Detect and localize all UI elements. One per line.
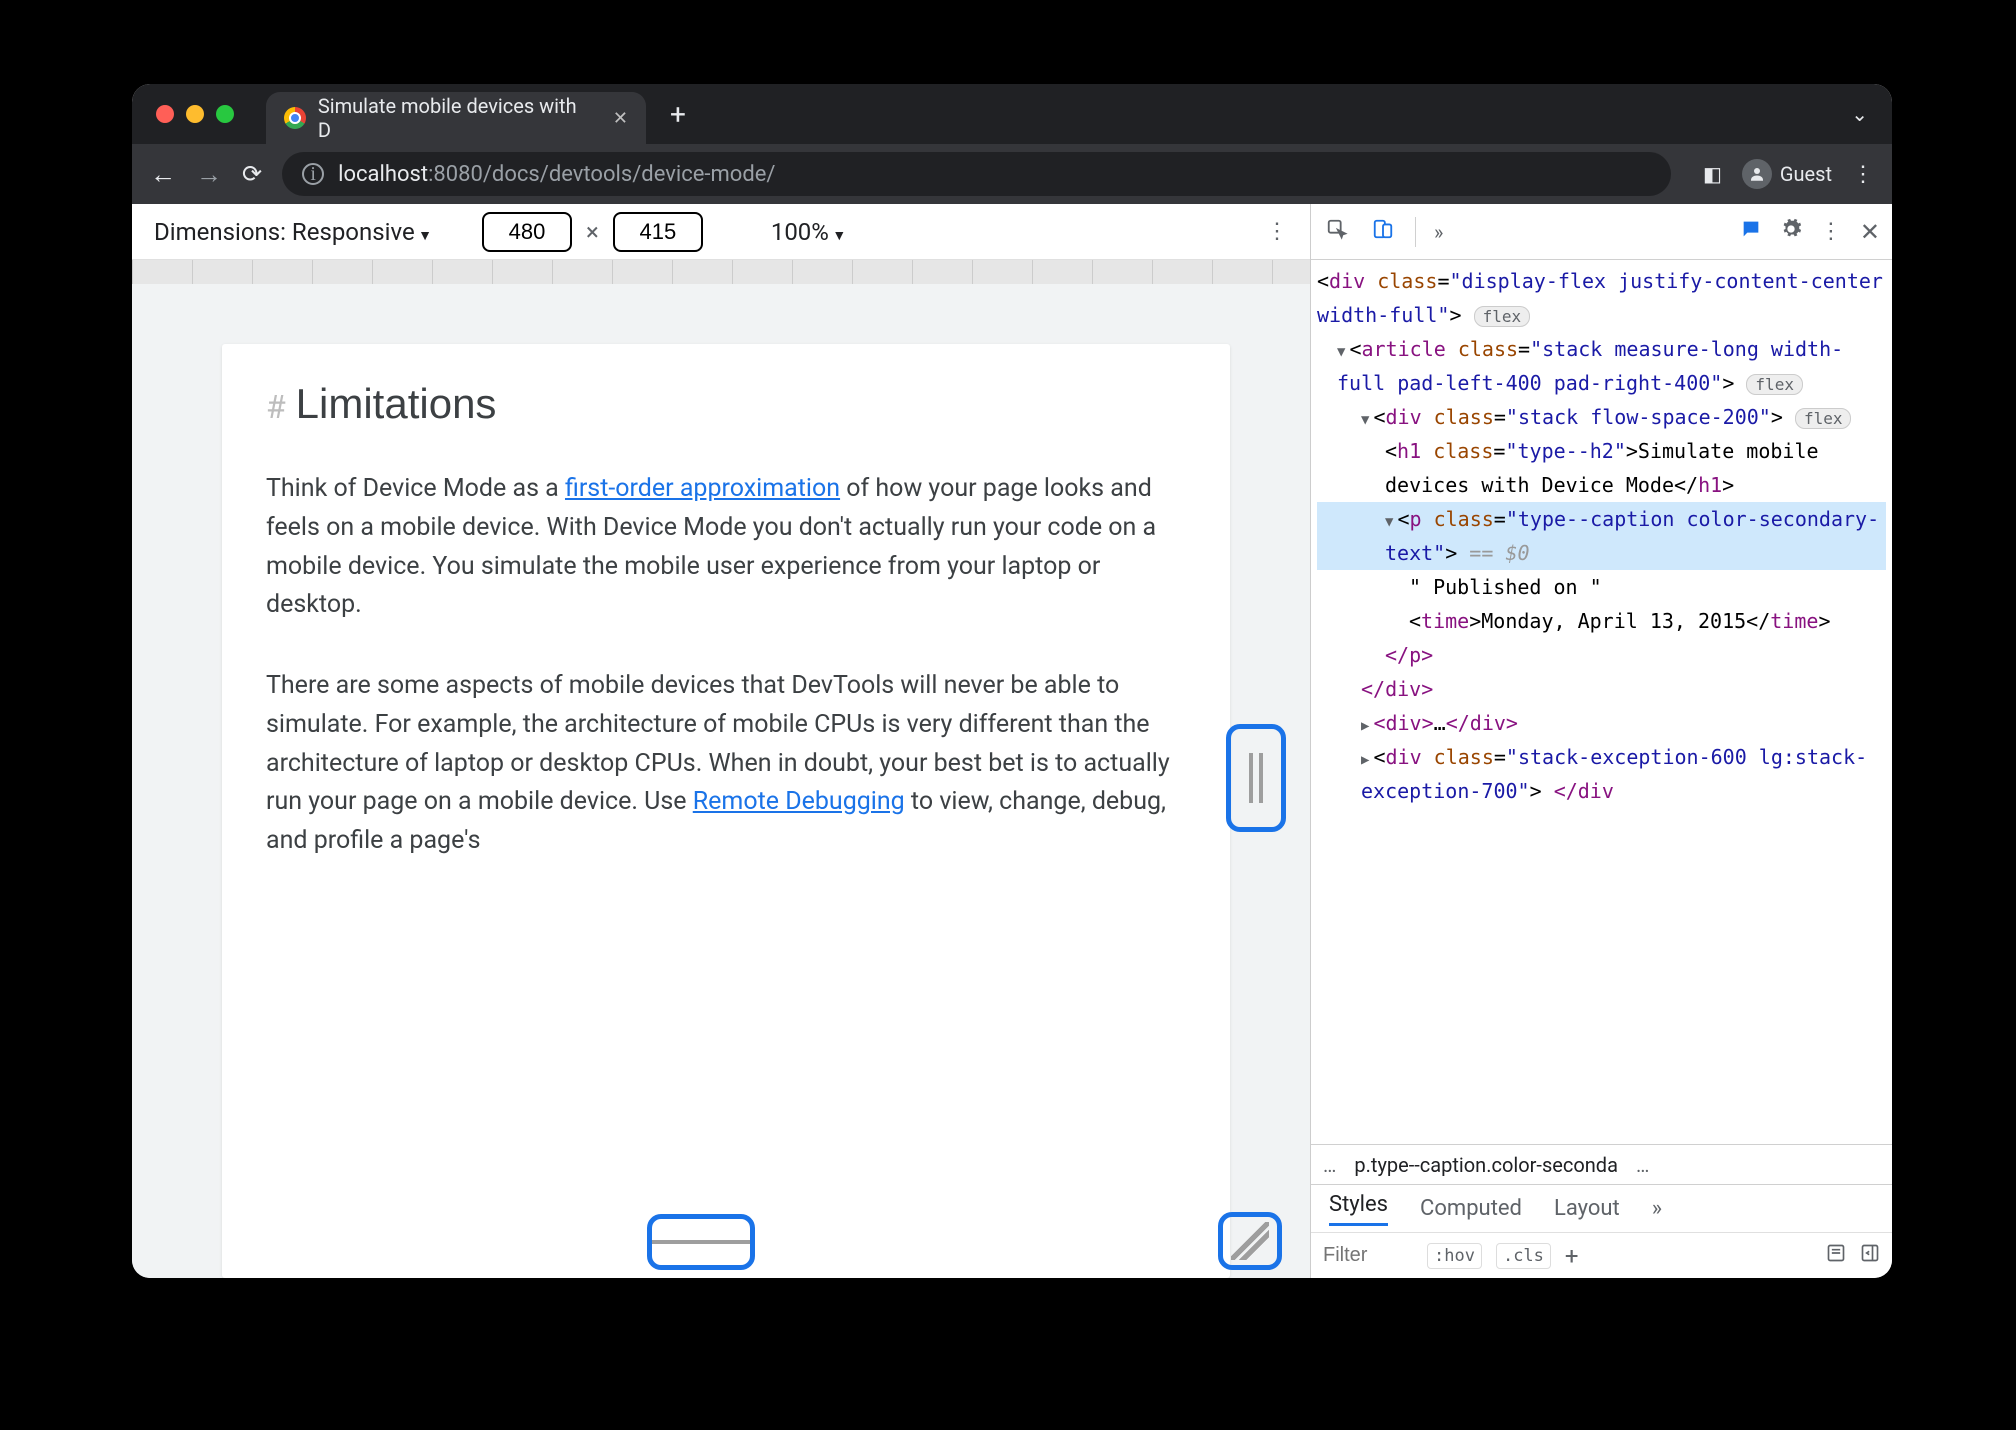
address-bar[interactable]: i localhost:8080/docs/devtools/device-mo… [282,152,1671,196]
browser-window: Simulate mobile devices with D ✕ + ⌄ ← →… [132,84,1892,1278]
back-button[interactable]: ← [150,159,176,190]
separator [1415,217,1416,247]
title-bar: Simulate mobile devices with D ✕ + ⌄ [132,84,1892,144]
devtools-header: » ⋮ ✕ [1311,204,1892,260]
hov-toggle[interactable]: :hov [1427,1243,1482,1269]
resize-handle-right[interactable] [1226,724,1286,832]
toggle-sidebar-icon[interactable] [1860,1243,1880,1268]
element-node-selected[interactable]: ▼<p class="type--caption color-secondary… [1317,502,1886,570]
element-node[interactable]: <div class="display-flex justify-content… [1317,264,1886,332]
height-input[interactable] [613,212,703,252]
chrome-logo-icon [284,107,306,129]
devtools-panel: » ⋮ ✕ <div class="display-flex justify-c… [1310,204,1892,1278]
rendered-page: # Limitations Think of Device Mode as a … [222,344,1230,1278]
element-node[interactable]: <h1 class="type--h2">Simulate mobile dev… [1317,434,1886,502]
tabs-overflow-icon[interactable]: ⌄ [1851,102,1868,126]
ruler [132,260,1310,284]
url-text: localhost:8080/docs/devtools/device-mode… [338,162,775,187]
flex-badge[interactable]: flex [1474,306,1531,327]
breadcrumb-overflow-left[interactable]: … [1323,1153,1336,1177]
resize-handle-bottom[interactable] [647,1214,755,1270]
paragraph-2: There are some aspects of mobile devices… [266,667,1186,861]
paragraph-1: Think of Device Mode as a first-order ap… [266,470,1186,625]
styles-tab-bar: Styles Computed Layout » [1311,1184,1892,1232]
heading-anchor-icon[interactable]: # [266,388,286,426]
elements-tree[interactable]: <div class="display-flex justify-content… [1311,260,1892,1144]
tab-title: Simulate mobile devices with D [318,94,593,142]
browser-tab[interactable]: Simulate mobile devices with D ✕ [266,92,646,144]
profile-label: Guest [1780,162,1832,186]
close-tab-icon[interactable]: ✕ [613,108,628,129]
feedback-icon[interactable] [1740,218,1762,246]
avatar-icon [1742,159,1772,189]
fullscreen-window-icon[interactable] [216,105,234,123]
styles-filter-row: :hov .cls + [1311,1232,1892,1278]
remote-debugging-link[interactable]: Remote Debugging [693,787,905,816]
reload-button[interactable]: ⟳ [242,160,262,188]
element-node-collapsed[interactable]: ▶<div class="stack-exception-600 lg:stac… [1317,740,1886,808]
computed-sidebar-icon[interactable] [1826,1243,1846,1268]
new-style-rule-icon[interactable]: + [1565,1242,1579,1270]
cls-toggle[interactable]: .cls [1496,1243,1551,1269]
width-input[interactable] [482,212,572,252]
zoom-dropdown[interactable]: 100% [771,218,846,246]
close-window-icon[interactable] [156,105,174,123]
forward-button: → [196,159,222,190]
device-toolbar: Dimensions: Responsive × 100% ⋮ [132,204,1310,260]
first-order-link[interactable]: first-order approximation [565,474,840,503]
styles-filter-input[interactable] [1323,1244,1413,1267]
chrome-menu-icon[interactable]: ⋮ [1852,162,1874,187]
page-heading: Limitations [296,380,497,427]
devtools-close-icon[interactable]: ✕ [1860,218,1880,246]
traffic-lights [156,105,234,123]
element-node[interactable]: ▼<div class="stack flow-space-200"> flex [1317,400,1886,434]
tab-overflow-icon[interactable]: » [1652,1196,1662,1221]
toggle-device-icon[interactable] [1369,218,1397,246]
content-area: Dimensions: Responsive × 100% ⋮ # Limita… [132,204,1892,1278]
element-node[interactable]: ▼<article class="stack measure-long widt… [1317,332,1886,400]
devtools-menu-icon[interactable]: ⋮ [1820,219,1842,244]
element-node-collapsed[interactable]: ▶<div>…</div> [1317,706,1886,740]
panels-overflow-icon[interactable]: » [1434,220,1443,244]
flex-badge[interactable]: flex [1746,374,1803,395]
breadcrumb-current[interactable]: p.type--caption.color-seconda [1354,1153,1618,1177]
url-toolbar: ← → ⟳ i localhost:8080/docs/devtools/dev… [132,144,1892,204]
tab-layout[interactable]: Layout [1554,1196,1620,1221]
element-close[interactable]: </div> [1317,672,1886,706]
device-toolbar-menu-icon[interactable]: ⋮ [1266,219,1288,244]
tab-computed[interactable]: Computed [1420,1196,1522,1221]
element-text-node[interactable]: " Published on " [1317,570,1886,604]
inspect-element-icon[interactable] [1323,218,1351,246]
minimize-window-icon[interactable] [186,105,204,123]
site-info-icon[interactable]: i [302,163,324,185]
side-panel-icon[interactable]: ◧ [1703,162,1722,186]
element-node[interactable]: <time>Monday, April 13, 2015</time> [1317,604,1886,638]
tab-styles[interactable]: Styles [1329,1192,1388,1226]
element-close[interactable]: </p> [1317,638,1886,672]
breadcrumb-overflow-right[interactable]: … [1636,1153,1649,1177]
new-tab-button[interactable]: + [670,98,686,131]
device-mode-panel: Dimensions: Responsive × 100% ⋮ # Limita… [132,204,1310,1278]
dimension-separator: × [586,218,599,246]
viewport-area: # Limitations Think of Device Mode as a … [132,284,1310,1278]
elements-breadcrumb[interactable]: … p.type--caption.color-seconda … [1311,1144,1892,1184]
profile-button[interactable]: Guest [1742,159,1832,189]
resize-handle-corner[interactable] [1218,1212,1282,1270]
page-heading-row: # Limitations [266,380,1186,428]
settings-icon[interactable] [1780,218,1802,246]
dimensions-dropdown[interactable]: Dimensions: Responsive [154,218,432,246]
flex-badge[interactable]: flex [1795,408,1852,429]
